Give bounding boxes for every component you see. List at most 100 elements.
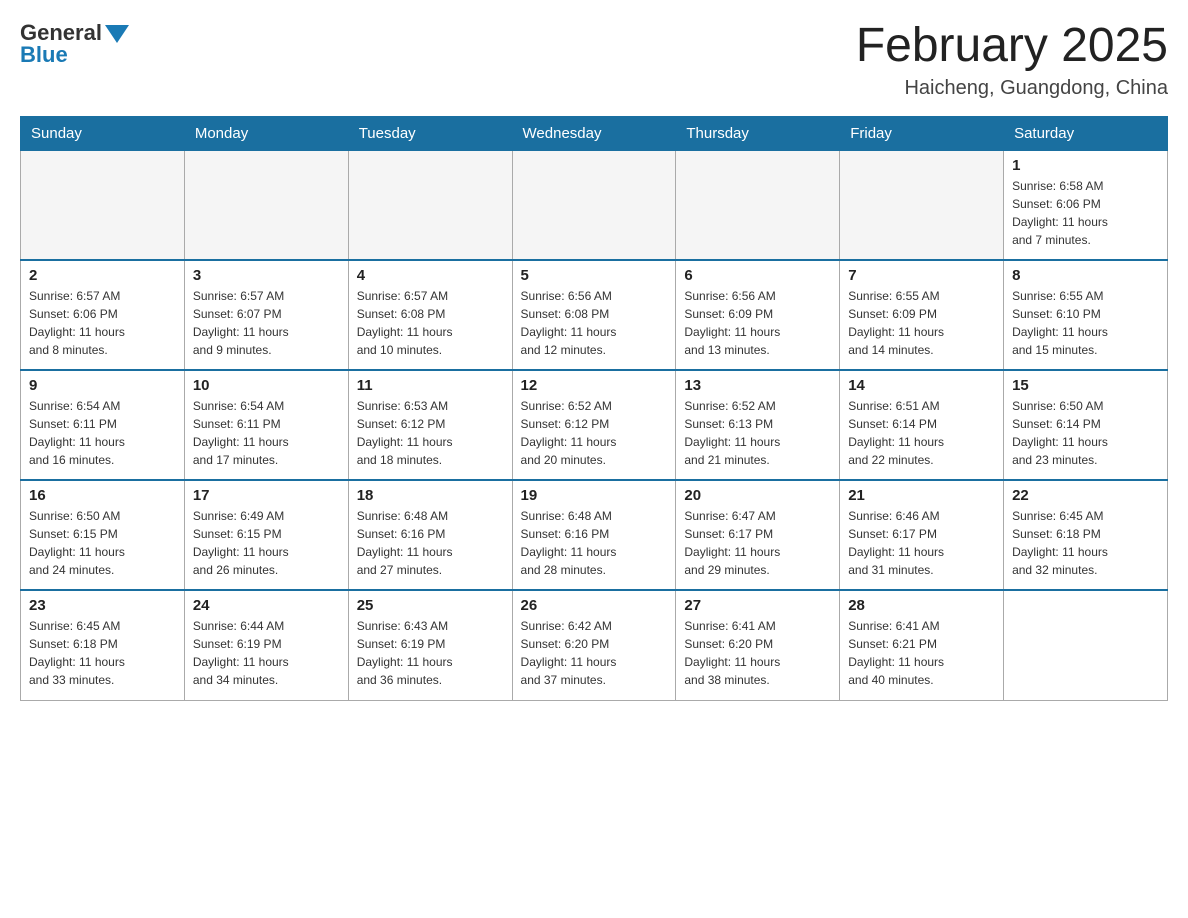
- table-row: 18 Sunrise: 6:48 AMSunset: 6:16 PMDayligh…: [348, 480, 512, 590]
- table-row: 14 Sunrise: 6:51 AMSunset: 6:14 PMDayligh…: [840, 370, 1004, 480]
- calendar-table: Sunday Monday Tuesday Wednesday Thursday…: [20, 116, 1168, 701]
- day-info: Sunrise: 6:57 AMSunset: 6:08 PMDaylight:…: [357, 287, 504, 359]
- day-number: 17: [193, 487, 340, 504]
- day-number: 12: [521, 377, 668, 394]
- day-info: Sunrise: 6:52 AMSunset: 6:12 PMDaylight:…: [521, 397, 668, 469]
- calendar-week-row: 23 Sunrise: 6:45 AMSunset: 6:18 PMDayligh…: [21, 590, 1168, 700]
- day-number: 25: [357, 597, 504, 614]
- day-number: 27: [684, 597, 831, 614]
- day-number: 16: [29, 487, 176, 504]
- day-info: Sunrise: 6:43 AMSunset: 6:19 PMDaylight:…: [357, 617, 504, 689]
- day-info: Sunrise: 6:52 AMSunset: 6:13 PMDaylight:…: [684, 397, 831, 469]
- day-info: Sunrise: 6:54 AMSunset: 6:11 PMDaylight:…: [29, 397, 176, 469]
- day-info: Sunrise: 6:45 AMSunset: 6:18 PMDaylight:…: [1012, 507, 1159, 579]
- day-info: Sunrise: 6:48 AMSunset: 6:16 PMDaylight:…: [521, 507, 668, 579]
- day-info: Sunrise: 6:41 AMSunset: 6:20 PMDaylight:…: [684, 617, 831, 689]
- table-row: 10Sunrise: 6:54 AMSunset: 6:11 PMDayligh…: [184, 370, 348, 480]
- day-info: Sunrise: 6:42 AMSunset: 6:20 PMDaylight:…: [521, 617, 668, 689]
- day-info: Sunrise: 6:46 AMSunset: 6:17 PMDaylight:…: [848, 507, 995, 579]
- day-number: 4: [357, 267, 504, 284]
- calendar-week-row: 9Sunrise: 6:54 AMSunset: 6:11 PMDaylight…: [21, 370, 1168, 480]
- day-number: 26: [521, 597, 668, 614]
- day-info: Sunrise: 6:50 AMSunset: 6:15 PMDaylight:…: [29, 507, 176, 579]
- day-info: Sunrise: 6:48 AMSunset: 6:16 PMDaylight:…: [357, 507, 504, 579]
- table-row: 3Sunrise: 6:57 AMSunset: 6:07 PMDaylight…: [184, 260, 348, 370]
- day-number: 18: [357, 487, 504, 504]
- main-title: February 2025: [856, 20, 1168, 73]
- header-wednesday: Wednesday: [512, 116, 676, 150]
- day-number: 5: [521, 267, 668, 284]
- table-row: 13 Sunrise: 6:52 AMSunset: 6:13 PMDayligh…: [676, 370, 840, 480]
- table-row: [1004, 590, 1168, 700]
- table-row: 12 Sunrise: 6:52 AMSunset: 6:12 PMDayligh…: [512, 370, 676, 480]
- day-info: Sunrise: 6:45 AMSunset: 6:18 PMDaylight:…: [29, 617, 176, 689]
- table-row: 28 Sunrise: 6:41 AMSunset: 6:21 PMDayligh…: [840, 590, 1004, 700]
- header-tuesday: Tuesday: [348, 116, 512, 150]
- table-row: 9Sunrise: 6:54 AMSunset: 6:11 PMDaylight…: [21, 370, 185, 480]
- day-number: 11: [357, 377, 504, 394]
- day-number: 6: [684, 267, 831, 284]
- table-row: 2Sunrise: 6:57 AMSunset: 6:06 PMDaylight…: [21, 260, 185, 370]
- table-row: 23 Sunrise: 6:45 AMSunset: 6:18 PMDayligh…: [21, 590, 185, 700]
- logo-arrow-icon: [105, 25, 129, 43]
- day-info: Sunrise: 6:41 AMSunset: 6:21 PMDaylight:…: [848, 617, 995, 689]
- table-row: [840, 150, 1004, 260]
- day-info: Sunrise: 6:53 AMSunset: 6:12 PMDaylight:…: [357, 397, 504, 469]
- day-info: Sunrise: 6:51 AMSunset: 6:14 PMDaylight:…: [848, 397, 995, 469]
- day-info: Sunrise: 6:55 AMSunset: 6:10 PMDaylight:…: [1012, 287, 1159, 359]
- day-number: 21: [848, 487, 995, 504]
- table-row: 17 Sunrise: 6:49 AMSunset: 6:15 PMDayligh…: [184, 480, 348, 590]
- table-row: [21, 150, 185, 260]
- table-row: 24 Sunrise: 6:44 AMSunset: 6:19 PMDayligh…: [184, 590, 348, 700]
- day-number: 20: [684, 487, 831, 504]
- day-info: Sunrise: 6:57 AMSunset: 6:06 PMDaylight:…: [29, 287, 176, 359]
- calendar-week-row: 1 Sunrise: 6:58 AMSunset: 6:06 PMDaylight…: [21, 150, 1168, 260]
- table-row: 8 Sunrise: 6:55 AMSunset: 6:10 PMDaylight…: [1004, 260, 1168, 370]
- subtitle: Haicheng, Guangdong, China: [856, 77, 1168, 100]
- day-number: 28: [848, 597, 995, 614]
- day-info: Sunrise: 6:44 AMSunset: 6:19 PMDaylight:…: [193, 617, 340, 689]
- header-thursday: Thursday: [676, 116, 840, 150]
- day-info: Sunrise: 6:54 AMSunset: 6:11 PMDaylight:…: [193, 397, 340, 469]
- header-sunday: Sunday: [21, 116, 185, 150]
- day-number: 14: [848, 377, 995, 394]
- day-number: 7: [848, 267, 995, 284]
- page-header: General Blue February 2025 Haicheng, Gua…: [20, 20, 1168, 100]
- day-number: 23: [29, 597, 176, 614]
- logo-blue: Blue: [20, 42, 68, 68]
- day-info: Sunrise: 6:58 AMSunset: 6:06 PMDaylight:…: [1012, 177, 1159, 249]
- table-row: 6 Sunrise: 6:56 AMSunset: 6:09 PMDaylight…: [676, 260, 840, 370]
- table-row: 1 Sunrise: 6:58 AMSunset: 6:06 PMDaylight…: [1004, 150, 1168, 260]
- day-number: 19: [521, 487, 668, 504]
- header-saturday: Saturday: [1004, 116, 1168, 150]
- table-row: 11 Sunrise: 6:53 AMSunset: 6:12 PMDayligh…: [348, 370, 512, 480]
- header-monday: Monday: [184, 116, 348, 150]
- day-number: 1: [1012, 157, 1159, 174]
- table-row: 25 Sunrise: 6:43 AMSunset: 6:19 PMDayligh…: [348, 590, 512, 700]
- day-number: 8: [1012, 267, 1159, 284]
- day-number: 22: [1012, 487, 1159, 504]
- table-row: [512, 150, 676, 260]
- table-row: 4 Sunrise: 6:57 AMSunset: 6:08 PMDaylight…: [348, 260, 512, 370]
- table-row: 19 Sunrise: 6:48 AMSunset: 6:16 PMDayligh…: [512, 480, 676, 590]
- day-info: Sunrise: 6:49 AMSunset: 6:15 PMDaylight:…: [193, 507, 340, 579]
- table-row: 16 Sunrise: 6:50 AMSunset: 6:15 PMDayligh…: [21, 480, 185, 590]
- day-info: Sunrise: 6:47 AMSunset: 6:17 PMDaylight:…: [684, 507, 831, 579]
- day-info: Sunrise: 6:50 AMSunset: 6:14 PMDaylight:…: [1012, 397, 1159, 469]
- day-info: Sunrise: 6:55 AMSunset: 6:09 PMDaylight:…: [848, 287, 995, 359]
- day-number: 24: [193, 597, 340, 614]
- header-friday: Friday: [840, 116, 1004, 150]
- table-row: 7 Sunrise: 6:55 AMSunset: 6:09 PMDaylight…: [840, 260, 1004, 370]
- table-row: [676, 150, 840, 260]
- table-row: 27 Sunrise: 6:41 AMSunset: 6:20 PMDayligh…: [676, 590, 840, 700]
- table-row: [184, 150, 348, 260]
- table-row: 26 Sunrise: 6:42 AMSunset: 6:20 PMDayligh…: [512, 590, 676, 700]
- table-row: 15Sunrise: 6:50 AMSunset: 6:14 PMDayligh…: [1004, 370, 1168, 480]
- day-info: Sunrise: 6:56 AMSunset: 6:08 PMDaylight:…: [521, 287, 668, 359]
- calendar-week-row: 2Sunrise: 6:57 AMSunset: 6:06 PMDaylight…: [21, 260, 1168, 370]
- day-number: 13: [684, 377, 831, 394]
- day-info: Sunrise: 6:56 AMSunset: 6:09 PMDaylight:…: [684, 287, 831, 359]
- calendar-header-row: Sunday Monday Tuesday Wednesday Thursday…: [21, 116, 1168, 150]
- logo: General Blue: [20, 20, 129, 68]
- title-section: February 2025 Haicheng, Guangdong, China: [856, 20, 1168, 100]
